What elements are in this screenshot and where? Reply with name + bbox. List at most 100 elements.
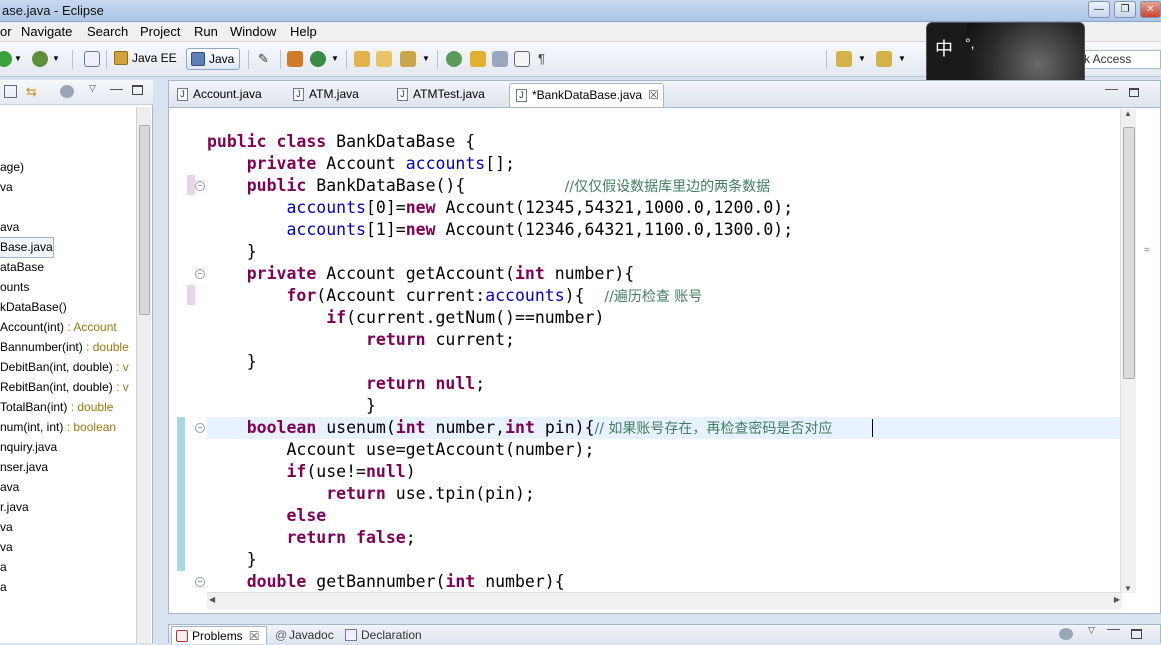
run-icon[interactable] [0,51,12,67]
menu-search[interactable]: Search [87,24,128,39]
code-text: usenum( [326,418,396,437]
navigator-item[interactable]: va [0,518,13,537]
code-keyword: private [246,154,327,173]
close-tab-icon[interactable]: ☒ [249,629,260,643]
tab-atmtest-java[interactable]: J ATMTest.java [391,83,485,107]
maximize-view-icon[interactable] [1131,629,1142,639]
tab-declaration[interactable]: Declaration [341,626,422,644]
navigator-item-type: : boolean [63,420,117,434]
focus-icon[interactable] [60,85,74,98]
focus-icon[interactable] [1059,628,1073,640]
menu-editor[interactable]: or [0,24,12,39]
fold-toggle-icon[interactable]: − [195,269,205,279]
code-line: for(Account current:accounts){ //遍历检查 账号 [207,285,702,307]
toggle-mark-icon[interactable] [446,51,462,67]
navigator-item[interactable]: nquiry.java [0,438,57,457]
maximize-view-icon[interactable] [132,85,143,95]
fold-toggle-icon[interactable]: − [195,577,205,587]
navigator-item[interactable]: ava [0,218,19,237]
minimize-editor-icon[interactable]: — [1105,81,1118,96]
block-selection-icon[interactable] [514,51,530,67]
minimize-view-icon[interactable]: — [110,81,123,96]
navigator-item[interactable]: kDataBase() [0,298,67,317]
tab-bankdatabase-java[interactable]: J *BankDataBase.java ☒ [509,83,664,107]
new-package-icon[interactable] [287,51,303,67]
navigator-item[interactable]: Account(int) : Account [0,318,117,337]
collapse-all-icon[interactable] [4,85,17,98]
navigator-item[interactable]: nser.java [0,458,48,477]
code-text: Account getAccount( [326,264,515,283]
open-perspective-icon[interactable] [84,51,100,67]
annotation-icon[interactable] [470,51,486,67]
restore-editor-icon[interactable] [1129,88,1139,97]
new-class-icon[interactable] [310,51,326,67]
tab-atm-java[interactable]: J ATM.java [287,83,359,107]
editor-horizontal-scrollbar[interactable]: ◀ ▶ [207,592,1122,609]
menu-window[interactable]: Window [230,24,276,39]
navigator-item[interactable]: RebitBan(int, double) : v [0,378,129,397]
code-line: accounts[1]=new Account(12346,64321,1100… [207,219,793,241]
navigator-scrollbar[interactable] [136,107,151,643]
menu-help[interactable]: Help [290,24,317,39]
editor-vertical-scrollbar[interactable]: ▲ ▼ [1120,109,1136,593]
navigator-item[interactable]: TotalBan(int) : double [0,398,113,417]
navigator-item[interactable]: num(int, int) : boolean [0,418,116,437]
fold-toggle-icon[interactable]: − [195,181,205,191]
maximize-button[interactable]: ❐ [1114,1,1136,18]
navigator-item-type: : double [67,400,114,414]
ime-mode-indicator[interactable]: 中 [935,35,953,61]
view-menu-icon[interactable]: ▽ [89,83,96,94]
ime-punctuation-indicator[interactable]: °, [965,35,975,51]
link-icon[interactable] [492,51,508,67]
navigator-item[interactable]: a [0,558,7,577]
menu-navigate[interactable]: Navigate [21,24,72,39]
code-keyword: for [286,286,317,305]
quick-access-input[interactable]: k Access [1081,50,1161,69]
menu-project[interactable]: Project [140,24,180,39]
prev-annotation-icon[interactable] [876,51,892,67]
close-tab-icon[interactable]: ☒ [648,88,659,102]
code-keyword: if [286,462,307,481]
debug-icon[interactable] [32,51,48,67]
navigator-item[interactable]: Base.java [0,237,54,258]
fold-toggle-icon[interactable]: − [195,423,205,433]
new-dropdown-icon[interactable]: ▼ [331,51,339,67]
navigator-item[interactable]: r.java [0,498,29,517]
navigator-item[interactable]: ava [0,478,19,497]
code-keyword: public class [207,132,337,151]
prev-dropdown-icon[interactable]: ▼ [898,51,906,67]
navigator-item[interactable]: DebitBan(int, double) : v [0,358,129,377]
tab-javadoc[interactable]: @ Javadoc [269,626,334,644]
open-type-icon[interactable] [354,51,370,67]
change-marker [187,175,195,195]
run-dropdown-icon[interactable]: ▼ [14,51,22,67]
navigator-item[interactable]: va [0,178,13,197]
navigator-item[interactable]: va [0,538,13,557]
show-whitespace-icon[interactable]: ¶ [538,51,554,67]
minimize-view-icon[interactable]: — [1107,621,1120,636]
package-explorer-panel: ⇆ ▽ — age) va ava Base.java ataBase ounts kDat… [0,80,153,643]
menu-run[interactable]: Run [194,24,218,39]
link-with-editor-icon[interactable]: ⇆ [26,84,37,100]
debug-dropdown-icon[interactable]: ▼ [52,51,60,67]
tab-problems[interactable]: Problems ☒ [171,626,267,644]
navigator-item[interactable]: a [0,578,7,597]
open-folder-icon[interactable] [376,51,392,67]
search-icon[interactable] [400,51,416,67]
perspective-java-ee[interactable]: Java EE [110,48,182,70]
navigator-item[interactable]: ounts [0,278,29,297]
navigator-item[interactable]: ataBase [0,258,44,277]
close-button[interactable]: ✕ [1140,1,1161,18]
search-dropdown-icon[interactable]: ▼ [422,51,430,67]
minimize-button[interactable]: — [1088,1,1110,18]
overview-ruler[interactable]: = [1136,109,1160,593]
code-text: BankDataBase { [336,132,476,151]
perspective-java[interactable]: Java [186,48,241,70]
navigator-item[interactable]: age) [0,158,24,177]
navigator-item[interactable]: Bannumber(int) : double [0,338,129,357]
next-dropdown-icon[interactable]: ▼ [858,51,866,67]
pin-icon[interactable]: ✎ [258,51,274,67]
view-menu-icon[interactable]: ▽ [1088,625,1095,636]
tab-account-java[interactable]: J Account.java [171,83,262,107]
next-annotation-icon[interactable] [836,51,852,67]
